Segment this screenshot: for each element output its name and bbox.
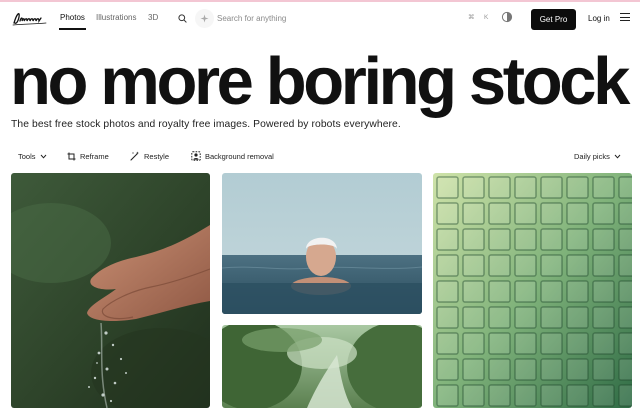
background-removal-label: Background removal: [205, 151, 274, 161]
hero-subtitle: The best free stock photos and royalty f…: [11, 119, 401, 130]
top-navigation: Photos Illustrations 3D ⌘ K Get Pro Log …: [0, 2, 640, 36]
restyle-label: Restyle: [144, 151, 170, 161]
theme-toggle-icon[interactable]: [500, 10, 514, 24]
reframe-label: Reframe: [80, 151, 109, 161]
hero-title: no more boring stock: [10, 44, 630, 119]
chevron-down-icon: [614, 154, 621, 159]
photo-forest-river[interactable]: [222, 325, 422, 408]
tools-label: Tools: [18, 151, 36, 161]
daily-picks-dropdown[interactable]: Daily picks: [574, 150, 621, 162]
crop-icon: [67, 152, 76, 160]
reframe-button[interactable]: Reframe: [67, 150, 109, 162]
nav-active-underline: [59, 28, 86, 30]
menu-icon[interactable]: [620, 13, 630, 22]
magic-wand-icon: [130, 151, 139, 161]
daily-picks-label: Daily picks: [574, 151, 610, 161]
search-icon[interactable]: [173, 9, 192, 28]
background-removal-button[interactable]: Background removal: [191, 150, 274, 162]
nav-3d[interactable]: 3D: [148, 13, 158, 23]
kbd-k-key: K: [484, 14, 489, 21]
nav-photos[interactable]: Photos: [60, 13, 85, 23]
kbd-command-key: ⌘: [468, 14, 475, 21]
lummi-logo[interactable]: [11, 9, 49, 27]
get-pro-button[interactable]: Get Pro: [531, 9, 576, 30]
sparkle-icon[interactable]: [195, 9, 214, 28]
photo-woman-swimming[interactable]: [222, 173, 422, 314]
background-removal-icon: [191, 151, 201, 161]
photo-glass-blocks[interactable]: [433, 173, 632, 408]
restyle-button[interactable]: Restyle: [130, 150, 169, 162]
search-input[interactable]: [217, 11, 447, 26]
login-link[interactable]: Log in: [588, 14, 610, 24]
nav-illustrations[interactable]: Illustrations: [96, 13, 136, 23]
tools-dropdown[interactable]: Tools: [18, 150, 47, 162]
photo-hands-water[interactable]: [11, 173, 210, 408]
chevron-down-icon: [40, 154, 46, 159]
search-bar[interactable]: [169, 9, 457, 28]
